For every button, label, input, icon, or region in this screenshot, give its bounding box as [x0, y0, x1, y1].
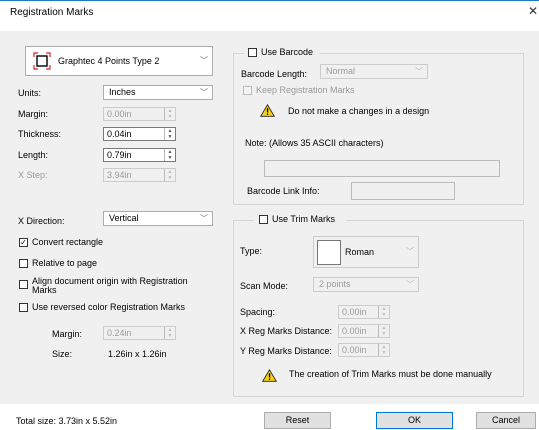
- thickness-label: Thickness:: [18, 129, 62, 139]
- spacing-label: Spacing:: [240, 307, 276, 317]
- y-reg-distance-spinner[interactable]: 0.00in ▲ ▼: [338, 343, 390, 357]
- xstep-label: X Step:: [18, 170, 48, 180]
- use-barcode-checkbox[interactable]: [248, 48, 257, 57]
- use-trim-marks-checkbox[interactable]: [259, 215, 268, 224]
- relative-to-page-label: Relative to page: [32, 258, 98, 268]
- xdirection-dropdown[interactable]: Vertical ﹀: [103, 211, 213, 226]
- warning-icon: [260, 104, 275, 117]
- registration-mark-icon: [33, 52, 51, 81]
- barcode-note: Note: (Allows 35 ASCII characters): [245, 138, 384, 148]
- scan-mode-dropdown[interactable]: 2 points ﹀: [313, 277, 419, 292]
- spacing-spinner[interactable]: 0.00in ▲ ▼: [338, 305, 390, 319]
- xdirection-value: Vertical: [109, 213, 139, 223]
- spin-arrows-icon[interactable]: ▲ ▼: [378, 306, 389, 318]
- barcode-length-dropdown[interactable]: Normal ﹀: [320, 64, 428, 79]
- barcode-link-field[interactable]: [351, 182, 455, 200]
- relative-to-page-checkbox[interactable]: [19, 259, 28, 268]
- scan-mode-label: Scan Mode:: [240, 281, 289, 291]
- chevron-down-icon: ﹀: [200, 214, 208, 223]
- keep-registration-marks-label: Keep Registration Marks: [256, 85, 355, 95]
- trim-type-swatch: [317, 240, 341, 265]
- y-reg-distance-label: Y Reg Marks Distance:: [240, 346, 332, 356]
- xdirection-label: X Direction:: [18, 216, 65, 226]
- use-barcode-label: Use Barcode: [261, 47, 314, 57]
- spin-arrows-icon[interactable]: ▲ ▼: [164, 169, 175, 181]
- barcode-warning-text: Do not make a changes in a design: [288, 106, 430, 116]
- reset-button[interactable]: Reset: [264, 412, 331, 429]
- spin-arrows-icon[interactable]: ▲ ▼: [164, 149, 175, 161]
- spin-arrows-icon[interactable]: ▲ ▼: [378, 325, 389, 337]
- cancel-button[interactable]: Cancel: [476, 412, 536, 429]
- margin-spinner[interactable]: 0.00in ▲ ▼: [103, 107, 176, 121]
- spin-arrows-icon[interactable]: ▲ ▼: [164, 108, 175, 120]
- thickness-spinner[interactable]: 0.04in ▲ ▼: [103, 127, 176, 141]
- margin-value: 0.00in: [107, 109, 132, 119]
- reversed-color-checkbox[interactable]: [19, 303, 28, 312]
- mark-type-value: Graphtec 4 Points Type 2: [58, 56, 160, 66]
- mark-type-dropdown[interactable]: Graphtec 4 Points Type 2 ﹀: [25, 46, 213, 76]
- xstep-value: 3.94in: [107, 170, 132, 180]
- units-dropdown[interactable]: Inches ﹀: [103, 85, 213, 100]
- reversed-size-value: 1.26in x 1.26in: [108, 349, 167, 359]
- spacing-value: 0.00in: [342, 307, 367, 317]
- spin-arrows-icon[interactable]: ▲ ▼: [378, 344, 389, 356]
- reversed-margin-spinner[interactable]: 0.24in ▲ ▼: [103, 326, 176, 340]
- trim-warning-text: The creation of Trim Marks must be done …: [289, 369, 492, 379]
- units-label: Units:: [18, 88, 42, 98]
- length-value: 0.79in: [107, 150, 132, 160]
- x-reg-distance-value: 0.00in: [342, 326, 367, 336]
- barcode-data-field[interactable]: [264, 160, 500, 177]
- margin-label: Margin:: [18, 109, 49, 119]
- total-size-text: Total size: 3.73in x 5.52in: [16, 416, 118, 426]
- window-top-border: [0, 0, 539, 1]
- trim-type-dropdown[interactable]: Roman ﹀: [313, 236, 419, 268]
- x-reg-distance-label: X Reg Marks Distance:: [240, 326, 333, 336]
- reversed-size-label: Size:: [52, 349, 73, 359]
- x-reg-distance-spinner[interactable]: 0.00in ▲ ▼: [338, 324, 390, 338]
- ok-button[interactable]: OK: [376, 412, 453, 429]
- reversed-margin-value: 0.24in: [107, 328, 132, 338]
- length-spinner[interactable]: 0.79in ▲ ▼: [103, 148, 176, 162]
- chevron-down-icon: ﹀: [406, 247, 414, 256]
- scan-mode-value: 2 points: [319, 279, 351, 289]
- reversed-color-label: Use reversed color Registration Marks: [32, 302, 186, 312]
- spin-arrows-icon[interactable]: ▲ ▼: [164, 327, 175, 339]
- trim-type-label: Type:: [240, 246, 263, 256]
- barcode-link-label: Barcode Link Info:: [247, 186, 320, 196]
- align-origin-label-line2: Marks: [32, 285, 57, 295]
- thickness-value: 0.04in: [107, 129, 132, 139]
- align-origin-checkbox[interactable]: [19, 280, 28, 289]
- close-icon[interactable]: ✕: [528, 4, 538, 18]
- convert-rectangle-label: Convert rectangle: [32, 237, 104, 247]
- chevron-down-icon: ﹀: [200, 56, 208, 65]
- keep-registration-marks-checkbox[interactable]: [243, 86, 252, 95]
- use-trim-marks-label: Use Trim Marks: [272, 214, 335, 224]
- barcode-length-value: Normal: [326, 66, 356, 76]
- xstep-spinner[interactable]: 3.94in ▲ ▼: [103, 168, 176, 182]
- units-value: Inches: [109, 87, 136, 97]
- chevron-down-icon: ﹀: [406, 280, 414, 289]
- barcode-length-label: Barcode Length:: [241, 69, 308, 79]
- checkbox-check-icon: ✓: [20, 238, 27, 247]
- length-label: Length:: [18, 150, 49, 160]
- y-reg-distance-value: 0.00in: [342, 345, 367, 355]
- chevron-down-icon: ﹀: [415, 67, 423, 76]
- reversed-margin-label: Margin:: [52, 329, 83, 339]
- trim-type-value: Roman: [345, 247, 375, 257]
- spin-arrows-icon[interactable]: ▲ ▼: [164, 128, 175, 140]
- convert-rectangle-checkbox[interactable]: ✓: [19, 238, 28, 247]
- warning-icon: [262, 369, 277, 382]
- chevron-down-icon: ﹀: [200, 88, 208, 97]
- window-title: Registration Marks: [10, 7, 94, 18]
